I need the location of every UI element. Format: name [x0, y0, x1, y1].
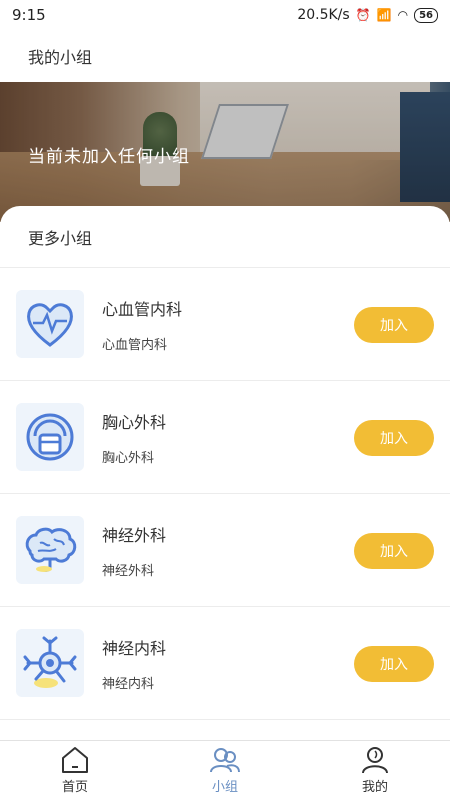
join-button[interactable]: 加入	[354, 533, 434, 569]
nav-item-home[interactable]: 首页	[0, 741, 150, 800]
group-subtitle: 神经外科	[102, 563, 155, 579]
page-title-bar: 我的小组	[0, 30, 450, 82]
join-button[interactable]: 加入	[354, 420, 434, 456]
section-title: 更多小组	[0, 206, 450, 268]
bottom-nav: 首页 小组 我的	[0, 740, 450, 800]
group-subtitle: 胸心外科	[102, 450, 155, 466]
battery-icon: 56	[414, 7, 438, 23]
heart-pulse-icon	[16, 290, 84, 358]
list-item[interactable]: 心血管内科 心血管内科 加入	[0, 268, 450, 381]
list-item[interactable]: 神经内科 神经内科 加入	[0, 607, 450, 720]
neuron-icon	[16, 629, 84, 697]
brain-icon	[16, 516, 84, 584]
group-name: 胸心外科	[102, 412, 167, 432]
join-button[interactable]: 加入	[354, 646, 434, 682]
join-button[interactable]: 加入	[354, 307, 434, 343]
list-item[interactable]: 胸心外科 胸心外科 加入	[0, 381, 450, 494]
page-title: 我的小组	[28, 48, 93, 67]
home-icon	[62, 747, 88, 773]
group-name: 神经内科	[102, 638, 167, 658]
banner-image: 当前未加入任何小组	[0, 82, 450, 222]
group-list: 心血管内科 心血管内科 加入 胸心外科 胸心外科 加入 神经外科 神经外科 加入…	[0, 268, 450, 720]
groups-sheet: 更多小组 心血管内科 心血管内科 加入 胸心外科 胸心外科 加入 神经外科 神经…	[0, 206, 450, 740]
nav-label-home: 首页	[61, 780, 88, 795]
group-subtitle: 心血管内科	[102, 337, 168, 353]
alarm-icon: ⏰	[355, 8, 371, 22]
group-icon	[210, 748, 240, 773]
chest-organ-icon	[16, 403, 84, 471]
group-name: 神经外科	[102, 525, 167, 545]
group-name: 心血管内科	[102, 299, 183, 319]
banner-text: 当前未加入任何小组	[28, 147, 190, 167]
nav-label-groups: 小组	[211, 780, 238, 795]
signal-icon: 📶	[376, 8, 392, 22]
nav-item-groups[interactable]: 小组	[150, 741, 300, 800]
nav-item-profile[interactable]: 我的	[300, 741, 450, 800]
status-icons: 20.5K/s ⏰ 📶 ◠ 56	[297, 7, 438, 23]
wifi-icon: ◠	[397, 8, 409, 22]
list-item[interactable]: 神经外科 神经外科 加入	[0, 494, 450, 607]
status-bar: 9:15 20.5K/s ⏰ 📶 ◠ 56	[0, 0, 450, 30]
profile-icon	[362, 747, 388, 774]
network-speed: 20.5K/s	[297, 7, 350, 23]
status-time: 9:15	[12, 6, 46, 24]
nav-label-profile: 我的	[361, 780, 388, 795]
group-subtitle: 神经内科	[102, 676, 155, 692]
